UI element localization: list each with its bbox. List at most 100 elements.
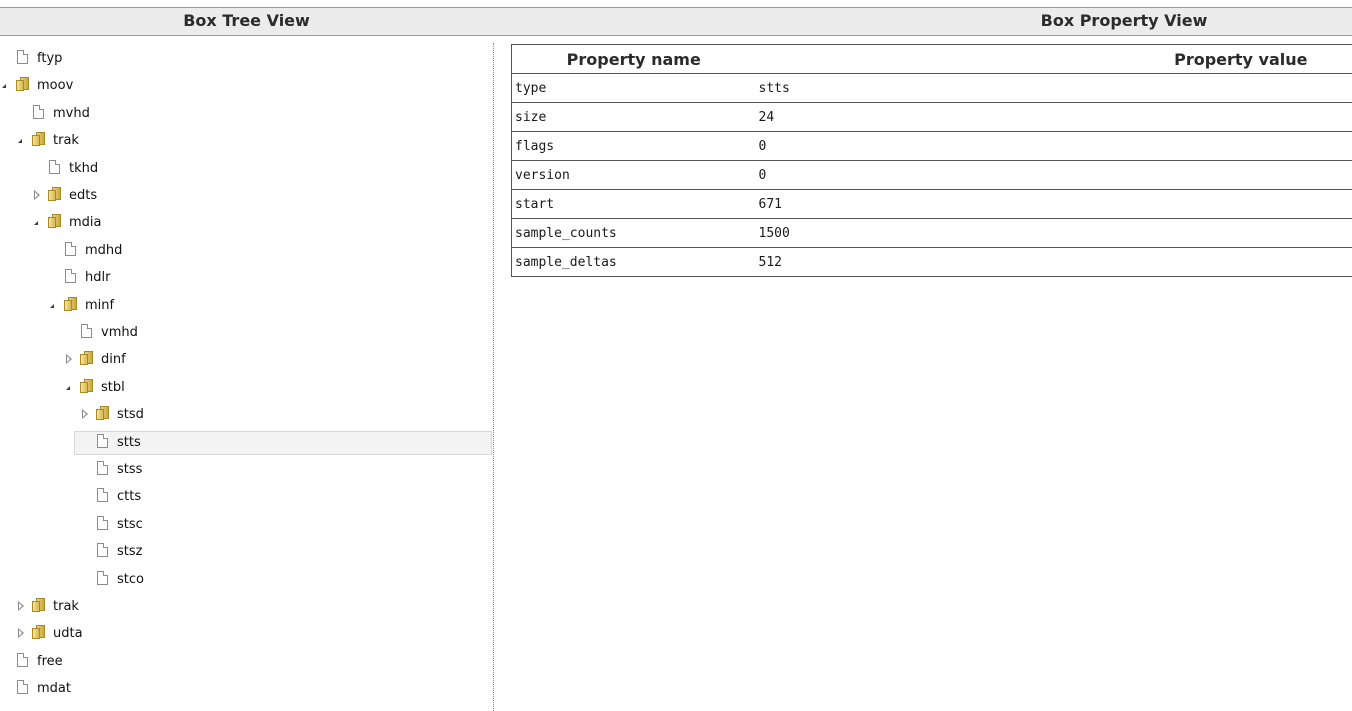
tree-node-stco[interactable]: stco	[0, 569, 480, 593]
header-bar: Box Tree View Box Property View	[0, 7, 1352, 36]
file-icon	[97, 516, 108, 530]
tree-node-udta[interactable]: udta	[0, 623, 480, 647]
tree-node-label: hdlr	[85, 270, 111, 285]
tree-node-stbl[interactable]: stbl	[0, 377, 480, 401]
file-icon	[49, 160, 60, 174]
tree-node-label: stbl	[101, 380, 125, 395]
property-row-version[interactable]: version 0	[511, 160, 1352, 190]
tree-node-label: trak	[53, 133, 79, 148]
tree-node-dinf[interactable]: dinf	[0, 349, 480, 373]
file-icon	[81, 324, 92, 338]
property-table: Property name Property value type stts siz…	[511, 44, 1352, 277]
tree-node-stts[interactable]: stts	[0, 432, 480, 456]
tree-node-label: free	[37, 654, 63, 669]
property-name-cell: version	[511, 160, 756, 190]
property-name-cell: flags	[511, 131, 756, 161]
expanded-arrow-icon[interactable]	[50, 304, 54, 308]
panel-splitter[interactable]	[493, 43, 494, 711]
file-icon	[65, 269, 76, 283]
column-header-property-name[interactable]: Property name	[511, 44, 756, 74]
folder-icon	[32, 625, 46, 639]
tree-node-trak[interactable]: trak	[0, 130, 480, 154]
column-header-property-value[interactable]: Property value	[755, 44, 1352, 74]
tree-node-label: udta	[53, 626, 83, 641]
property-name-cell: size	[511, 102, 756, 132]
folder-icon	[80, 351, 94, 365]
file-icon	[17, 680, 28, 694]
tree-node-label: stsc	[117, 517, 143, 532]
folder-icon	[32, 598, 46, 612]
tree-node-label: stss	[117, 462, 143, 477]
tree-node-label: moov	[37, 78, 74, 93]
property-row-flags[interactable]: flags 0	[511, 131, 1352, 161]
property-value-cell: 0	[755, 131, 1352, 161]
tree-node-hdlr[interactable]: hdlr	[0, 267, 480, 291]
folder-icon	[96, 406, 110, 420]
tree-node-label: vmhd	[101, 325, 138, 340]
folder-icon	[48, 187, 62, 201]
property-value-cell: stts	[755, 73, 1352, 103]
tree-node-label: mdia	[69, 215, 102, 230]
file-icon	[65, 242, 76, 256]
tree-node-trak[interactable]: trak	[0, 596, 480, 620]
folder-icon	[16, 77, 30, 91]
tree-node-mdhd[interactable]: mdhd	[0, 240, 480, 264]
property-row-sample_counts[interactable]: sample_counts 1500	[511, 218, 1352, 248]
tree-node-stsd[interactable]: stsd	[0, 404, 480, 428]
tree-node-label: dinf	[101, 352, 126, 367]
property-value-cell: 1500	[755, 218, 1352, 248]
tree-node-tkhd[interactable]: tkhd	[0, 158, 480, 182]
property-row-sample_deltas[interactable]: sample_deltas 512	[511, 247, 1352, 277]
tree-node-mdia[interactable]: mdia	[0, 212, 480, 236]
expanded-arrow-icon[interactable]	[66, 386, 70, 390]
expanded-arrow-icon[interactable]	[2, 84, 6, 88]
property-panel: Property name Property value type stts siz…	[511, 44, 1352, 277]
tree-node-edts[interactable]: edts	[0, 185, 480, 209]
tree-node-label: stco	[117, 572, 144, 587]
tree-node-label: ctts	[117, 489, 142, 504]
property-name-cell: start	[511, 189, 756, 219]
property-value-cell: 671	[755, 189, 1352, 219]
tree-node-minf[interactable]: minf	[0, 295, 480, 319]
tree-node-label: mvhd	[53, 106, 90, 121]
property-value-cell: 0	[755, 160, 1352, 190]
tree-node-moov[interactable]: moov	[0, 75, 480, 99]
file-icon	[97, 543, 108, 557]
tree-node-mvhd[interactable]: mvhd	[0, 103, 480, 127]
tree-node-label: mdat	[37, 681, 71, 696]
tree-node-label: stsz	[117, 544, 143, 559]
tree-node-stsc[interactable]: stsc	[0, 514, 480, 538]
property-row-start[interactable]: start 671	[511, 189, 1352, 219]
tree-node-vmhd[interactable]: vmhd	[0, 322, 480, 346]
tree-node-ftyp[interactable]: ftyp	[0, 48, 480, 72]
property-table-header: Property name Property value	[511, 44, 1352, 74]
property-value-cell: 512	[755, 247, 1352, 277]
expanded-arrow-icon[interactable]	[34, 221, 38, 225]
file-icon	[97, 571, 108, 585]
property-row-size[interactable]: size 24	[511, 102, 1352, 132]
tree-node-label: edts	[69, 188, 98, 203]
tree-node-stss[interactable]: stss	[0, 459, 480, 483]
tree-node-label: stts	[117, 435, 141, 450]
folder-icon	[80, 379, 94, 393]
tree-node-label: tkhd	[69, 161, 99, 176]
property-name-cell: sample_counts	[511, 218, 756, 248]
property-view-title: Box Property View	[1040, 11, 1208, 30]
tree-node-free[interactable]: free	[0, 651, 480, 675]
folder-icon	[64, 297, 78, 311]
tree-node-label: trak	[53, 599, 79, 614]
tree-node-label: minf	[85, 298, 115, 313]
property-row-type[interactable]: type stts	[511, 73, 1352, 103]
file-icon	[97, 461, 108, 475]
file-icon	[17, 50, 28, 64]
tree-node-mdat[interactable]: mdat	[0, 678, 480, 702]
tree-node-stsz[interactable]: stsz	[0, 541, 480, 565]
expanded-arrow-icon[interactable]	[18, 139, 22, 143]
property-value-cell: 24	[755, 102, 1352, 132]
tree-view-title: Box Tree View	[183, 11, 310, 30]
property-name-cell: sample_deltas	[511, 247, 756, 277]
file-icon	[97, 488, 108, 502]
folder-icon	[48, 214, 62, 228]
box-tree: ftyp moov mvhd trak tkhd edts mdia mdhd hdlr minf…	[0, 43, 493, 711]
tree-node-ctts[interactable]: ctts	[0, 486, 480, 510]
